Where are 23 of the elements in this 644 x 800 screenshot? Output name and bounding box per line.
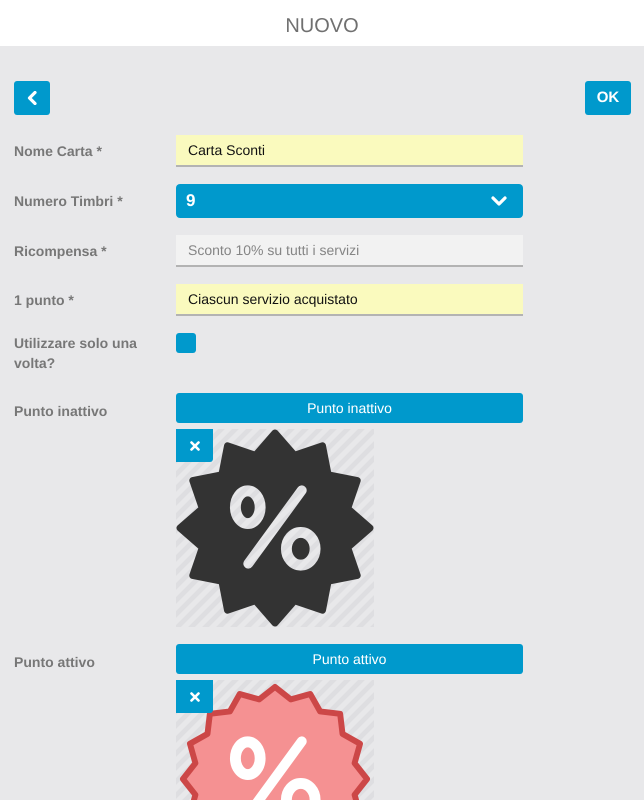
field-label: Utilizzare solo una volta? <box>14 334 138 373</box>
close-icon <box>190 692 200 702</box>
text-field[interactable]: Sconto 10% su tutti i servizi <box>176 235 523 267</box>
upload-button[interactable]: Punto attivo <box>176 644 523 674</box>
chevron-down-icon <box>491 196 507 206</box>
field-label: Punto inattivo <box>14 402 108 421</box>
upload-button[interactable]: Punto inattivo <box>176 393 523 423</box>
back-button[interactable] <box>14 81 50 115</box>
remove-button[interactable] <box>176 680 213 713</box>
page-title: NUOVO <box>285 16 359 36</box>
close-icon <box>190 440 200 450</box>
field-label: 1 punto * <box>14 291 75 310</box>
dropdown[interactable]: 9 <box>176 184 523 218</box>
field-label: Numero Timbri * <box>14 192 124 211</box>
field-label: Punto attivo <box>14 653 96 672</box>
text-field[interactable]: Carta Sconti <box>176 135 523 167</box>
field-label: Ricompensa * <box>14 242 108 261</box>
checkbox[interactable] <box>176 333 196 353</box>
chevron-left-icon <box>27 91 37 105</box>
remove-button[interactable] <box>176 429 213 462</box>
text-field[interactable]: Ciascun servizio acquistato <box>176 284 523 316</box>
field-label: Nome Carta * <box>14 142 103 161</box>
ok-button[interactable]: OK <box>585 81 631 115</box>
